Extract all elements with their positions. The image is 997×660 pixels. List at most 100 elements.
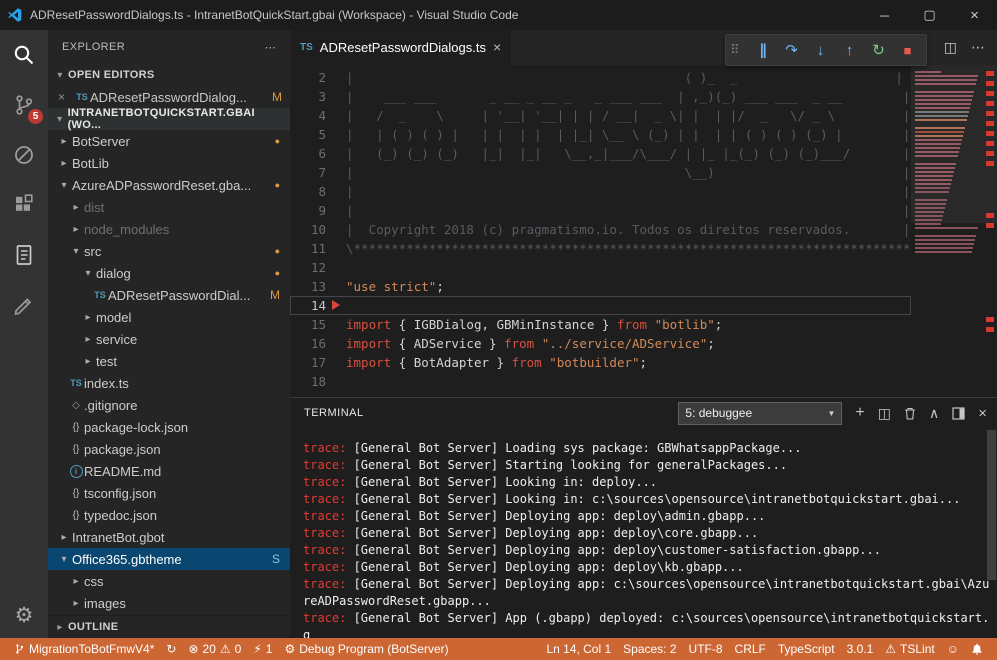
open-editors-header[interactable]: ▾ OPEN EDITORS <box>48 64 290 86</box>
notifications-item[interactable] <box>965 642 989 656</box>
code-line-4: 4| / _ \ | '__| '__| | | / __| _ \| | | … <box>290 106 911 125</box>
tree-item-package-lock-json[interactable]: {}package-lock.json <box>48 416 290 438</box>
window-controls: ─ ▢ × <box>862 0 997 30</box>
tree-item-typedoc-json[interactable]: {}typedoc.json <box>48 504 290 526</box>
language-mode-item[interactable]: TypeScript <box>772 642 841 656</box>
tree-item-node-modules[interactable]: ▸node_modules <box>48 218 290 240</box>
tree-item-dialog[interactable]: ▾dialog● <box>48 262 290 284</box>
error-mark <box>986 327 994 332</box>
code-line-14: 14 <box>290 296 911 315</box>
vscode-logo-icon[interactable] <box>0 7 30 23</box>
tab-adresetpassworddialogs[interactable]: TS ADResetPasswordDialogs.ts × <box>290 30 511 65</box>
git-branch-item[interactable]: MigrationToBotFmwV4* <box>8 642 160 656</box>
code-area[interactable]: 2| ( )_ _ |3| ___ ___ _ __ _ __ _ _ ___ … <box>290 65 911 397</box>
step-over-button[interactable]: ↷ <box>777 41 806 59</box>
tree-item-botlib[interactable]: ▸BotLib <box>48 152 290 174</box>
encoding-item[interactable]: UTF-8 <box>683 642 729 656</box>
tree-item-service[interactable]: ▸service <box>48 328 290 350</box>
tree-item-label: BotLib <box>72 156 109 171</box>
terminal-scrollbar[interactable] <box>987 430 996 580</box>
terminal-line: trace: [General Bot Server] Deploying ap… <box>303 525 991 542</box>
main-area: 5 ⚙ EXPLORER ⋯ ▾ <box>0 30 997 638</box>
edit-icon[interactable] <box>0 280 48 330</box>
panel-layout-icon[interactable] <box>952 407 965 420</box>
tree-item-index-ts[interactable]: TSindex.ts <box>48 372 290 394</box>
minimize-button[interactable]: ─ <box>862 0 907 30</box>
step-into-button[interactable]: ↓ <box>806 42 835 59</box>
typescript-file-icon: TS <box>94 290 106 300</box>
line-number: 5 <box>290 125 332 144</box>
debug-icon[interactable] <box>0 130 48 180</box>
document-icon[interactable] <box>0 230 48 280</box>
chevron-down-icon: ▾ <box>56 554 72 565</box>
tree-item-css[interactable]: ▸css <box>48 570 290 592</box>
split-terminal-icon[interactable]: ◫ <box>878 405 891 422</box>
tree-item-gitignore[interactable]: ◇.gitignore <box>48 394 290 416</box>
typescript-file-icon: TS <box>70 378 82 388</box>
debug-toolbar: ⠿ ∥ ↷ ↓ ↑ ↻ ■ <box>725 34 927 66</box>
tree-item-office365-gbtheme[interactable]: ▾Office365.gbthemeS <box>48 548 290 570</box>
tree-item-label: dist <box>84 200 104 215</box>
tslint-item[interactable]: ⚠ TSLint <box>879 642 940 656</box>
explorer-more-actions-icon[interactable]: ⋯ <box>265 41 276 54</box>
feedback-item[interactable]: ⚡ 1 <box>247 642 278 656</box>
sync-item[interactable]: ↻ <box>160 642 182 656</box>
split-editor-icon[interactable]: ◫ <box>944 39 957 56</box>
tab-close-icon[interactable]: × <box>493 39 501 55</box>
braces-icon: {} <box>73 510 80 521</box>
feedback-smiley-item[interactable]: ☺ <box>941 642 965 656</box>
problems-item[interactable]: ⊗ 20 ⚠ 0 <box>182 642 247 656</box>
line-number: 7 <box>290 163 332 182</box>
error-mark <box>986 91 994 96</box>
terminal-tab[interactable]: TERMINAL <box>300 407 368 419</box>
editor-more-actions-icon[interactable]: ⋯ <box>971 39 985 56</box>
extensions-icon[interactable] <box>0 180 48 230</box>
tree-item-tsconfig-json[interactable]: {}tsconfig.json <box>48 482 290 504</box>
tree-item-dist[interactable]: ▸dist <box>48 196 290 218</box>
ts-version-item[interactable]: 3.0.1 <box>841 642 880 656</box>
new-terminal-icon[interactable]: + <box>855 404 864 422</box>
step-out-button[interactable]: ↑ <box>835 42 864 59</box>
terminal-header: TERMINAL 5: debuggee ▼ + ◫ ∧ <box>290 398 997 428</box>
tree-item-model[interactable]: ▸model <box>48 306 290 328</box>
debug-program-item[interactable]: ⚙ Debug Program (BotServer) <box>278 642 454 656</box>
tree-item-test[interactable]: ▸test <box>48 350 290 372</box>
drag-handle-icon[interactable]: ⠿ <box>730 42 748 58</box>
git-modified-dot-badge: ● <box>275 136 280 146</box>
eol-item[interactable]: CRLF <box>729 642 772 656</box>
close-button[interactable]: × <box>952 0 997 30</box>
pause-button[interactable]: ∥ <box>748 41 777 59</box>
tree-item-intranetbot-gbot[interactable]: ▸IntranetBot.gbot <box>48 526 290 548</box>
maximize-button[interactable]: ▢ <box>907 0 952 30</box>
line-number: 14 <box>290 296 332 315</box>
source-control-icon[interactable]: 5 <box>0 80 48 130</box>
terminal-selector-dropdown[interactable]: 5: debuggee ▼ <box>678 402 842 425</box>
stop-button[interactable]: ■ <box>893 43 922 58</box>
tree-item-azureadpasswordreset-gba[interactable]: ▾AzureADPasswordReset.gba...● <box>48 174 290 196</box>
search-icon[interactable] <box>0 30 48 80</box>
cursor-position-item[interactable]: Ln 14, Col 1 <box>540 642 617 656</box>
close-editor-icon[interactable]: × <box>58 90 74 104</box>
outline-section-header[interactable]: ▸ OUTLINE <box>48 615 290 638</box>
workspace-section-header[interactable]: ▾ INTRANETBOTQUICKSTART.GBAI (WO... <box>48 108 290 130</box>
tree-item-botserver[interactable]: ▸BotServer● <box>48 130 290 152</box>
open-editor-item[interactable]: × TS ADResetPasswordDialog... M <box>48 86 290 108</box>
chevron-right-icon: ▸ <box>68 576 84 587</box>
tree-item-readme-md[interactable]: iREADME.md <box>48 460 290 482</box>
terminal-output[interactable]: trace: [General Bot Server] Loading sys … <box>290 428 997 638</box>
settings-gear-icon[interactable]: ⚙ <box>15 603 34 628</box>
restart-button[interactable]: ↻ <box>864 41 893 59</box>
tree-item-package-json[interactable]: {}package.json <box>48 438 290 460</box>
indentation-item[interactable]: Spaces: 2 <box>617 642 682 656</box>
current-statement-arrow-icon <box>332 300 340 310</box>
code-editor[interactable]: 2| ( )_ _ |3| ___ ___ _ __ _ __ _ _ ___ … <box>290 65 997 397</box>
terminal-line: trace: [General Bot Server] Deploying ap… <box>303 576 991 610</box>
tree-item-src[interactable]: ▾src● <box>48 240 290 262</box>
tree-item-images[interactable]: ▸images <box>48 592 290 614</box>
close-panel-icon[interactable]: × <box>978 405 987 422</box>
maximize-panel-icon[interactable]: ∧ <box>929 405 939 422</box>
tree-item-adresetpassworddial[interactable]: TSADResetPasswordDial...M <box>48 284 290 306</box>
file-tree: ▸BotServer●▸BotLib▾AzureADPasswordReset.… <box>48 130 290 614</box>
code-line-5: 5| | ( ) ( ) | | | | | | |_| \__ \ (_) |… <box>290 125 911 144</box>
kill-terminal-icon[interactable] <box>904 407 916 420</box>
